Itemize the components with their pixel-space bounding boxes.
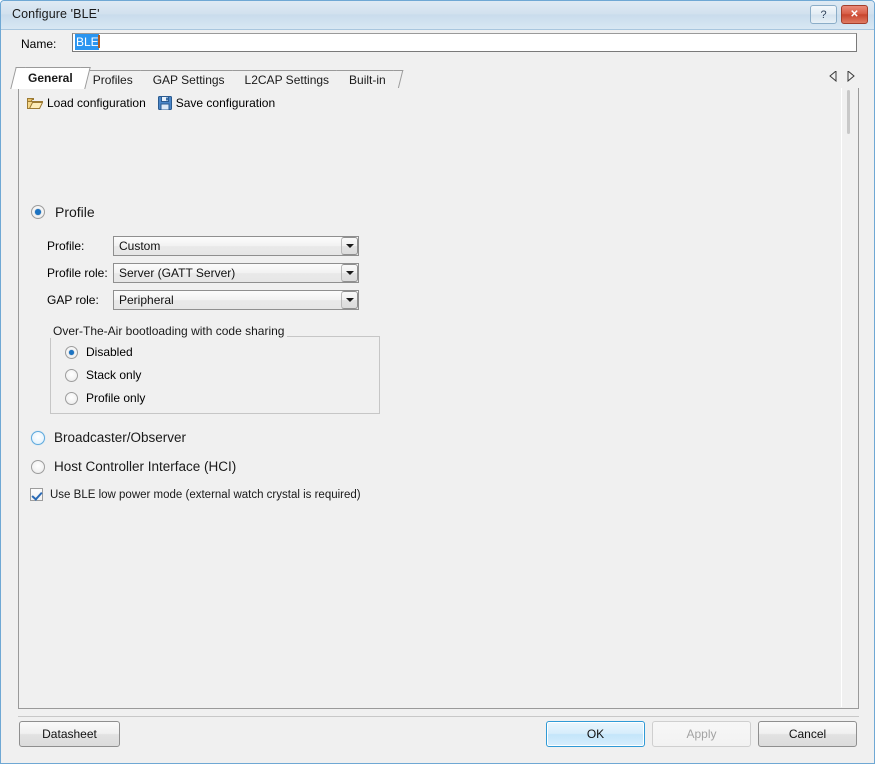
ota-option-profile-only[interactable]: Profile only: [65, 391, 145, 405]
profile-radio-option[interactable]: Profile: [31, 204, 95, 220]
name-input[interactable]: BLE: [72, 33, 857, 52]
name-input-value: BLE: [75, 34, 99, 50]
close-icon: ✕: [850, 9, 859, 20]
panel-scrollbar-thumb[interactable]: [847, 90, 850, 134]
tab-l2cap-settings-label: L2CAP Settings: [244, 72, 330, 87]
ok-button[interactable]: OK: [546, 721, 645, 747]
low-power-mode-checkbox-icon[interactable]: [30, 488, 43, 501]
configure-ble-dialog: Configure 'BLE' ? ✕ Name: BLE General Pr…: [0, 0, 875, 764]
tab-list: General Profiles GAP Settings L2CAP Sett…: [10, 67, 404, 89]
ota-option-disabled[interactable]: Disabled: [65, 345, 133, 359]
ota-stack-only-radio-icon[interactable]: [65, 368, 78, 382]
datasheet-label: Datasheet: [42, 727, 97, 741]
profile-role-select-arrow[interactable]: [341, 264, 358, 282]
ota-disabled-label: Disabled: [86, 345, 133, 359]
close-button[interactable]: ✕: [841, 5, 868, 24]
load-configuration-label: Load configuration: [47, 96, 146, 110]
profile-role-field-label: Profile role:: [47, 266, 108, 280]
text-caret: [97, 35, 100, 48]
cancel-label: Cancel: [788, 727, 827, 741]
general-tab-panel: Load configuration Save configuration Pr…: [18, 88, 859, 709]
save-disk-icon: [157, 96, 172, 111]
profile-radio-label: Profile: [55, 204, 95, 220]
tab-right-edge: [388, 70, 404, 89]
broadcaster-observer-option[interactable]: Broadcaster/Observer: [31, 430, 186, 445]
footer-separator: [18, 716, 859, 717]
tab-strip: General Profiles GAP Settings L2CAP Sett…: [10, 67, 859, 89]
gap-role-select-arrow[interactable]: [341, 291, 358, 309]
tab-scroll-right-icon[interactable]: [846, 71, 855, 82]
profile-role-field-row: Profile role: Server (GATT Server): [47, 263, 359, 283]
save-configuration-label: Save configuration: [175, 96, 276, 110]
chevron-down-icon: [345, 271, 354, 275]
title-bar: Configure 'BLE' ? ✕: [1, 1, 874, 30]
chevron-down-icon: [345, 298, 354, 302]
ota-option-stack-only[interactable]: Stack only: [65, 368, 141, 382]
hci-label: Host Controller Interface (HCI): [54, 459, 237, 474]
panel-scrollbar[interactable]: [841, 88, 858, 707]
profile-role-select[interactable]: Server (GATT Server): [113, 263, 359, 283]
tab-profiles[interactable]: Profiles: [82, 70, 151, 89]
gap-role-field-row: GAP role: Peripheral: [47, 290, 359, 310]
ota-group-title: Over-The-Air bootloading with code shari…: [50, 324, 288, 338]
tab-gap-settings-label: GAP Settings: [152, 72, 225, 87]
open-folder-icon: [27, 96, 44, 110]
ota-profile-only-label: Profile only: [86, 391, 146, 405]
broadcaster-observer-label: Broadcaster/Observer: [54, 430, 187, 445]
load-configuration-button[interactable]: Load configuration: [24, 95, 149, 111]
tab-left-edge: [10, 67, 26, 89]
tab-built-in-label: Built-in: [349, 72, 386, 87]
gap-role-select-value: Peripheral: [119, 293, 174, 307]
low-power-mode-option[interactable]: Use BLE low power mode (external watch c…: [30, 488, 361, 501]
tab-scroll-left-icon[interactable]: [829, 71, 838, 82]
window-title: Configure 'BLE': [12, 7, 100, 21]
window-controls: ? ✕: [810, 5, 868, 24]
apply-label: Apply: [686, 727, 717, 741]
tab-profiles-label: Profiles: [92, 72, 133, 87]
profile-field-row: Profile: Custom: [47, 236, 359, 256]
cancel-button[interactable]: Cancel: [758, 721, 857, 747]
question-mark-icon: ?: [820, 8, 827, 21]
name-label: Name:: [21, 37, 57, 51]
datasheet-button[interactable]: Datasheet: [19, 721, 120, 747]
broadcaster-observer-radio-icon[interactable]: [31, 430, 45, 445]
ota-disabled-radio-icon[interactable]: [65, 345, 78, 359]
save-configuration-button[interactable]: Save configuration: [155, 95, 278, 111]
name-row: Name: BLE: [1, 30, 874, 59]
tab-l2cap-settings[interactable]: L2CAP Settings: [234, 70, 347, 89]
low-power-mode-label: Use BLE low power mode (external watch c…: [50, 488, 361, 501]
tab-general-label: General: [28, 71, 73, 85]
profile-field-label: Profile:: [47, 239, 85, 253]
profile-select[interactable]: Custom: [113, 236, 359, 256]
apply-button[interactable]: Apply: [652, 721, 751, 747]
tab-scroll-arrows: [829, 71, 855, 82]
profile-role-select-value: Server (GATT Server): [119, 266, 236, 280]
profile-radio-icon[interactable]: [31, 205, 45, 219]
chevron-down-icon: [345, 244, 354, 248]
help-button[interactable]: ?: [810, 5, 837, 24]
hci-option[interactable]: Host Controller Interface (HCI): [31, 459, 236, 474]
tab-gap-settings[interactable]: GAP Settings: [142, 70, 242, 89]
profile-select-value: Custom: [119, 239, 161, 253]
ota-stack-only-label: Stack only: [86, 368, 142, 382]
config-toolbar: Load configuration Save configuration: [24, 93, 278, 113]
tab-built-in[interactable]: Built-in: [339, 70, 404, 89]
ok-label: OK: [586, 727, 605, 741]
hci-radio-icon[interactable]: [31, 459, 45, 474]
tab-general[interactable]: General: [10, 67, 91, 89]
gap-role-field-label: GAP role:: [47, 293, 99, 307]
general-tab-content: Load configuration Save configuration Pr…: [19, 88, 842, 707]
profile-select-arrow[interactable]: [341, 237, 358, 255]
ota-profile-only-radio-icon[interactable]: [65, 391, 78, 405]
gap-role-select[interactable]: Peripheral: [113, 290, 359, 310]
